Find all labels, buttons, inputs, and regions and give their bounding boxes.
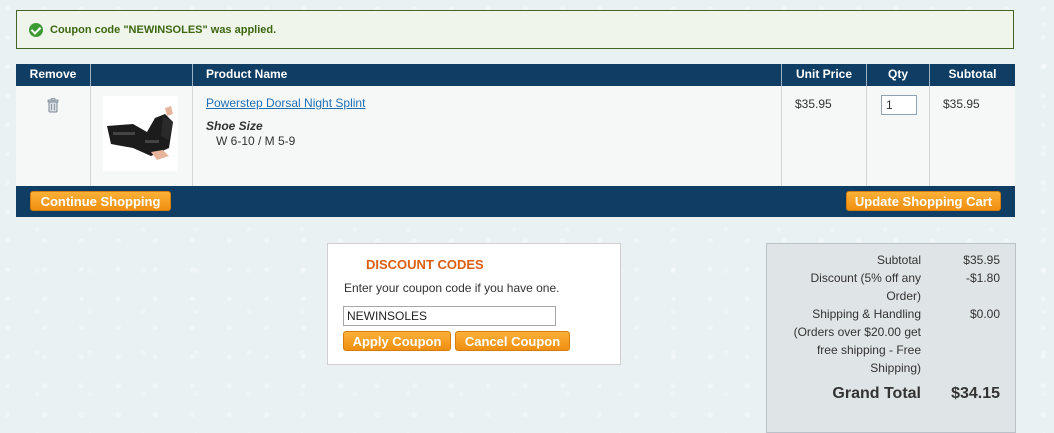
product-name-link[interactable]: Powerstep Dorsal Night Splint bbox=[206, 96, 365, 110]
coupon-code-input[interactable] bbox=[343, 306, 556, 326]
shipping-label-line3: free shipping - Free bbox=[816, 343, 921, 357]
cart-table: Remove Product Name Unit Price Qty Subto… bbox=[16, 64, 1015, 217]
shipping-value: $0.00 bbox=[969, 307, 1000, 321]
col-header-image bbox=[91, 64, 193, 86]
col-header-unit-price: Unit Price bbox=[782, 64, 867, 86]
grand-total-label: Grand Total bbox=[832, 385, 921, 402]
success-message: Coupon code "NEWINSOLES" was applied. bbox=[16, 10, 1014, 49]
discount-title: DISCOUNT CODES bbox=[366, 257, 484, 272]
discount-label-line2: Order) bbox=[886, 289, 921, 303]
col-header-subtotal: Subtotal bbox=[948, 67, 997, 81]
discount-help-text: Enter your coupon code if you have one. bbox=[344, 281, 560, 295]
order-totals-box: Subtotal $35.95 Discount (5% off any Ord… bbox=[766, 243, 1016, 433]
image-cell bbox=[91, 86, 193, 186]
col-header-product-name: Product Name bbox=[193, 64, 782, 86]
line-subtotal: $35.95 bbox=[943, 97, 980, 111]
discount-value: -$1.80 bbox=[965, 271, 1000, 285]
table-row: Powerstep Dorsal Night Splint Shoe Size … bbox=[16, 86, 1015, 186]
col-header-qty: Qty bbox=[867, 64, 930, 86]
unit-price: $35.95 bbox=[795, 97, 832, 111]
option-label: Shoe Size bbox=[206, 119, 263, 133]
option-value: W 6-10 / M 5-9 bbox=[216, 134, 296, 148]
cancel-coupon-button[interactable]: Cancel Coupon bbox=[455, 331, 570, 351]
update-cart-button[interactable]: Update Shopping Cart bbox=[846, 191, 1001, 211]
product-image[interactable] bbox=[103, 96, 178, 171]
check-circle-icon bbox=[29, 22, 43, 37]
subtotal-label: Subtotal bbox=[876, 253, 921, 267]
discount-codes-box: DISCOUNT CODES Enter your coupon code if… bbox=[327, 243, 621, 365]
qty-input[interactable] bbox=[881, 95, 917, 115]
discount-label-line1: Discount (5% off any bbox=[810, 271, 921, 285]
qty-cell bbox=[867, 86, 930, 186]
unit-price-cell: $35.95 bbox=[782, 86, 867, 186]
product-cell: Powerstep Dorsal Night Splint Shoe Size … bbox=[193, 86, 782, 186]
continue-shopping-button[interactable]: Continue Shopping bbox=[30, 191, 171, 211]
subtotal-cell: $35.95 bbox=[930, 86, 1015, 186]
shipping-label-line2: (Orders over $20.00 get bbox=[793, 325, 921, 339]
cart-header-row: Remove Product Name Unit Price Qty Subto… bbox=[16, 64, 1015, 86]
shipping-label-line1: Shipping & Handling bbox=[812, 307, 921, 321]
grand-total-value: $34.15 bbox=[951, 385, 1000, 402]
remove-cell bbox=[16, 86, 91, 186]
subtotal-value: $35.95 bbox=[963, 253, 1000, 267]
trash-icon[interactable] bbox=[45, 97, 61, 113]
col-header-remove: Remove bbox=[16, 64, 91, 86]
apply-coupon-button[interactable]: Apply Coupon bbox=[343, 331, 451, 351]
shipping-label-line4: Shipping) bbox=[870, 361, 921, 375]
success-message-text: Coupon code "NEWINSOLES" was applied. bbox=[50, 23, 277, 36]
